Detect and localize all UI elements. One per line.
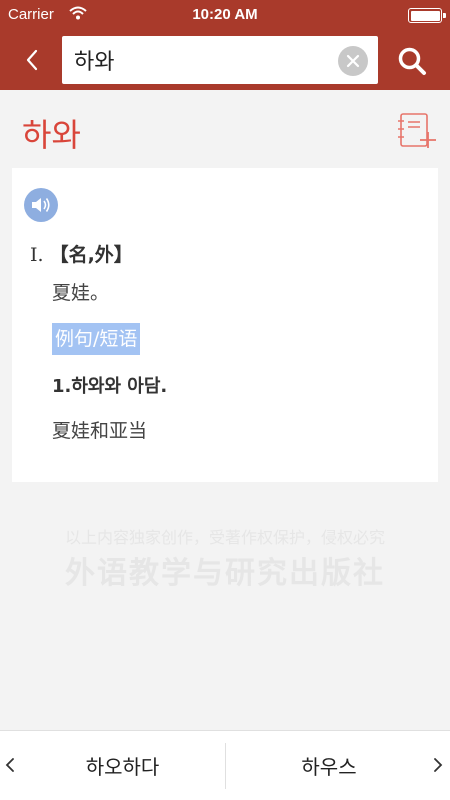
example-korean: 1.하와와 아담.	[52, 376, 168, 397]
copyright-notice: 以上内容独家创作，受著作权保护，侵权必究	[64, 528, 385, 547]
next-word-button[interactable]: 하우스	[226, 751, 432, 780]
examples-label: 例句/短语	[52, 323, 141, 355]
chevron-left-icon	[26, 49, 38, 71]
search-button[interactable]	[392, 41, 432, 81]
clear-icon	[346, 54, 360, 68]
previous-word-arrow[interactable]	[0, 753, 20, 777]
status-bar: Carrier 10:20 AM	[0, 0, 450, 30]
clear-search-button[interactable]	[338, 46, 368, 76]
part-of-speech: 【名,外】	[49, 244, 133, 266]
battery-icon	[408, 8, 446, 23]
search-input[interactable]	[74, 36, 334, 84]
publisher-watermark: 外语教学与研究出版社	[65, 556, 385, 591]
chevron-right-icon	[434, 758, 443, 772]
word-navigation-bar: 하오하다 하우스	[0, 730, 450, 800]
headword: 하와	[22, 116, 81, 154]
search-box	[62, 36, 378, 84]
nav-bar	[0, 30, 450, 90]
add-to-notebook-button[interactable]	[396, 112, 438, 150]
pronounce-button[interactable]	[24, 188, 58, 222]
clock: 10:20 AM	[192, 6, 258, 23]
chevron-left-icon	[5, 758, 14, 772]
example-translation: 夏娃和亚当	[52, 420, 148, 442]
add-to-notebook-icon	[398, 113, 436, 148]
next-word-arrow[interactable]	[426, 753, 450, 777]
definition-card: Ⅰ. 【名,外】 夏娃。 例句/短语 1.하와와 아담. 夏娃和亚当	[12, 168, 438, 482]
definition-text: 夏娃。	[52, 282, 110, 304]
search-icon	[398, 47, 426, 75]
back-button[interactable]	[16, 44, 48, 76]
sense-header: Ⅰ. 【名,外】	[30, 240, 133, 267]
speaker-icon	[32, 198, 50, 212]
previous-word-button[interactable]: 하오하다	[20, 751, 225, 780]
sense-number: Ⅰ.	[30, 244, 44, 266]
